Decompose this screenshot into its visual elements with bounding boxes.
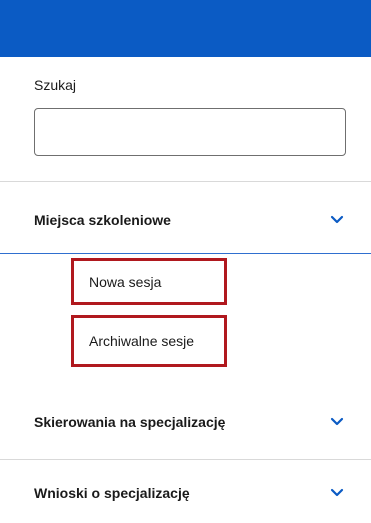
sub-item-label: Archiwalne sesje: [89, 333, 195, 349]
section-expanded-divider: [0, 253, 371, 254]
nav-section-title: Miejsca szkoleniowe: [34, 212, 171, 228]
sub-item-nowa-sesja[interactable]: Nowa sesja: [71, 258, 227, 305]
nav-section-title: Skierowania na specjalizację: [34, 414, 226, 430]
nav-section-skierowania-na-specjalizacje[interactable]: Skierowania na specjalizację: [0, 392, 371, 452]
chevron-down-icon: [330, 488, 344, 497]
divider: [0, 181, 371, 182]
sub-item-archiwalne-sesje[interactable]: Archiwalne sesje: [71, 315, 227, 367]
nav-section-miejsca-szkoleniowe[interactable]: Miejsca szkoleniowe: [0, 190, 371, 250]
search-label: Szukaj: [34, 77, 77, 93]
sub-item-label: Nowa sesja: [89, 273, 162, 290]
nav-section-wnioski-o-specjalizacje[interactable]: Wnioski o specjalizację: [0, 463, 371, 523]
nav-section-title: Wnioski o specjalizację: [34, 485, 190, 501]
divider: [0, 459, 371, 460]
chevron-down-icon: [330, 417, 344, 426]
top-header-bar: [0, 0, 371, 57]
chevron-down-icon: [330, 215, 344, 224]
search-input[interactable]: [34, 108, 346, 156]
